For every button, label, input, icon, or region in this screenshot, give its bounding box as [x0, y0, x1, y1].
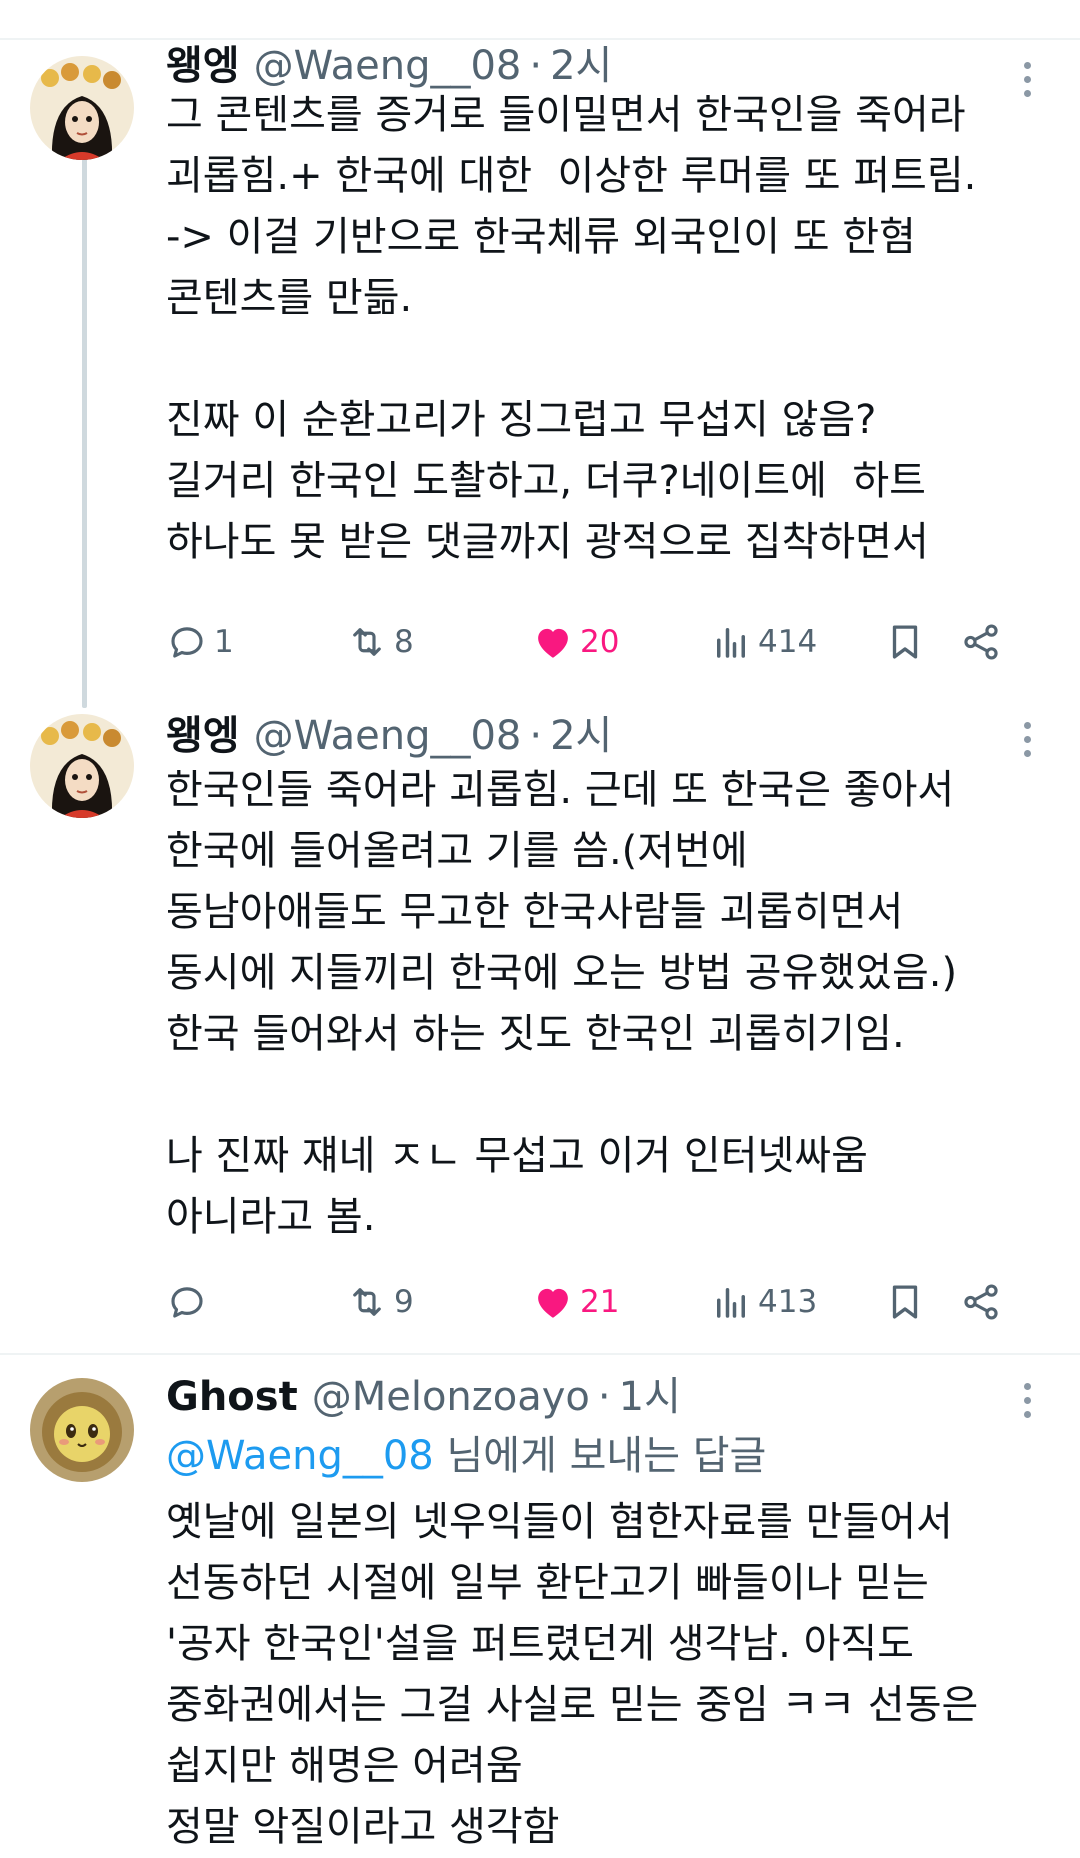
- retweet-icon: [353, 1288, 381, 1316]
- bookmark-icon: [892, 625, 918, 659]
- like-count: 21: [580, 1284, 620, 1320]
- reply-button[interactable]: [166, 1272, 214, 1332]
- user-handle[interactable]: @Waeng__08: [254, 708, 522, 764]
- reply-count: 1: [214, 624, 234, 660]
- tweet-text-line: 중화권에서는 그걸 사실로 믿는 중임 ㅋㅋ 선동은: [166, 1682, 979, 1728]
- tweet-text: 옛날에 일본의 넷우익들이 혐한자료를 만들어서선동하던 시절에 일부 환단고기…: [166, 1492, 1066, 1858]
- tweet-text-line: 하나도 못 받은 댓글까지 광적으로 집착하면서: [166, 519, 929, 565]
- tweet-text-line: 그 콘텐츠를 증거로 들이밀면서 한국인을 죽어라: [166, 92, 966, 138]
- tweet-text-line: '공자 한국인'설을 퍼트렸던게 생각남. 아직도: [166, 1621, 914, 1667]
- tweet-header: Ghost @Melonzoayo · 1시: [166, 1369, 681, 1425]
- tweet-text-line: 콘텐츠를 만듦.: [166, 275, 413, 321]
- tweet-divider: [0, 1353, 1080, 1355]
- retweet-icon: [353, 628, 381, 656]
- tweet-text-line: 괴롭힘.+ 한국에 대한 이상한 루머를 또 퍼트림.: [166, 153, 977, 199]
- display-name[interactable]: 왱엥: [166, 708, 240, 764]
- tweet-text-line: [166, 1065, 1066, 1126]
- tweet-text-line: 선동하던 시절에 일부 환단고기 빠들이나 믿는: [166, 1560, 929, 1606]
- share-button[interactable]: [960, 612, 1002, 672]
- retweet-count: 9: [394, 1284, 414, 1320]
- tweet-text-line: 정말 악질이라고 생각함: [166, 1804, 560, 1850]
- views-button[interactable]: 414: [710, 612, 817, 672]
- tweet-text-line: 옛날에 일본의 넷우익들이 혐한자료를 만들어서: [166, 1499, 953, 1545]
- bookmark-button[interactable]: [884, 612, 926, 672]
- anime-character-avatar-icon: [30, 56, 134, 160]
- display-name[interactable]: Ghost: [166, 1369, 298, 1425]
- tweet-text-line: 한국에 들어올려고 기를 씀.(저번에: [166, 828, 748, 874]
- tweet-text-line: 한국인들 죽어라 괴롭힘. 근데 또 한국은 좋아서: [166, 767, 955, 813]
- tweet-text-line: [166, 329, 1066, 390]
- views-button[interactable]: 413: [710, 1272, 817, 1332]
- reply-button[interactable]: 1: [166, 612, 234, 672]
- like-count: 20: [580, 624, 620, 660]
- more-options-icon[interactable]: [1012, 1375, 1042, 1425]
- tweet-header: 왱엥 @Waeng__08 · 2시: [166, 708, 612, 764]
- avatar[interactable]: [30, 1378, 134, 1482]
- timestamp[interactable]: 1시: [619, 1369, 681, 1425]
- retweet-button[interactable]: 8: [346, 612, 414, 672]
- mention-link[interactable]: @Waeng__08: [166, 1433, 434, 1479]
- reply-icon: [171, 1287, 203, 1318]
- tweet-actions: 1 8 20 414: [166, 612, 1046, 672]
- heart-filled-icon: [538, 1288, 568, 1318]
- share-icon: [964, 624, 998, 660]
- share-icon: [964, 1284, 998, 1320]
- retweet-button[interactable]: 9: [346, 1272, 414, 1332]
- replying-to-label: 님에게 보내는 답글: [433, 1433, 767, 1479]
- tweet-text-line: 동시에 지들끼리 한국에 오는 방법 공유했었음.): [166, 950, 958, 996]
- tweet-text-line: 쉽지만 해명은 어려움: [166, 1743, 523, 1789]
- anime-character-avatar-icon: [30, 714, 134, 818]
- heart-filled-icon: [538, 628, 568, 658]
- tweet-text-line: 한국 들어와서 하는 짓도 한국인 괴롭히기임.: [166, 1011, 905, 1057]
- tweet-actions: 9 21 413: [166, 1272, 1046, 1332]
- tweet-text-line: 동남아애들도 무고한 한국사람들 괴롭히면서: [166, 889, 904, 935]
- lion-plush-avatar-icon: [30, 1378, 134, 1482]
- separator-dot: ·: [597, 1374, 611, 1420]
- reply-icon: [171, 627, 203, 658]
- separator-dot: ·: [529, 713, 543, 759]
- bar-chart-icon: [717, 628, 745, 658]
- thread-connector: [82, 148, 87, 708]
- tweet-text-line: 진짜 이 순환고리가 징그럽고 무섭지 않음?: [166, 397, 877, 443]
- tweet-text: 한국인들 죽어라 괴롭힘. 근데 또 한국은 좋아서한국에 들어올려고 기를 씀…: [166, 760, 1066, 1248]
- timestamp[interactable]: 2시: [550, 708, 612, 764]
- tweet-text: 그 콘텐츠를 증거로 들이밀면서 한국인을 죽어라괴롭힘.+ 한국에 대한 이상…: [166, 85, 1066, 573]
- tweet-text-line: 길거리 한국인 도촬하고, 더쿠?네이트에 하트: [166, 458, 926, 504]
- retweet-count: 8: [394, 624, 414, 660]
- avatar[interactable]: [30, 56, 134, 160]
- tweet-text-line: 아니라고 봄.: [166, 1194, 376, 1240]
- tweet-text-line: -> 이걸 기반으로 한국체류 외국인이 또 한혐: [166, 214, 916, 260]
- bookmark-button[interactable]: [884, 1272, 926, 1332]
- user-handle[interactable]: @Melonzoayo: [312, 1369, 590, 1425]
- bookmark-icon: [892, 1285, 918, 1319]
- like-button[interactable]: 20: [532, 612, 619, 672]
- bar-chart-icon: [717, 1288, 745, 1318]
- tweet-text-line: 나 진짜 쟤네 ㅈㄴ 무섭고 이거 인터넷싸움: [166, 1133, 868, 1179]
- replying-to: @Waeng__08 님에게 보내는 답글: [166, 1426, 766, 1486]
- like-button[interactable]: 21: [532, 1272, 619, 1332]
- more-options-icon[interactable]: [1012, 714, 1042, 764]
- avatar[interactable]: [30, 714, 134, 818]
- share-button[interactable]: [960, 1272, 1002, 1332]
- view-count: 414: [758, 624, 818, 660]
- view-count: 413: [758, 1284, 818, 1320]
